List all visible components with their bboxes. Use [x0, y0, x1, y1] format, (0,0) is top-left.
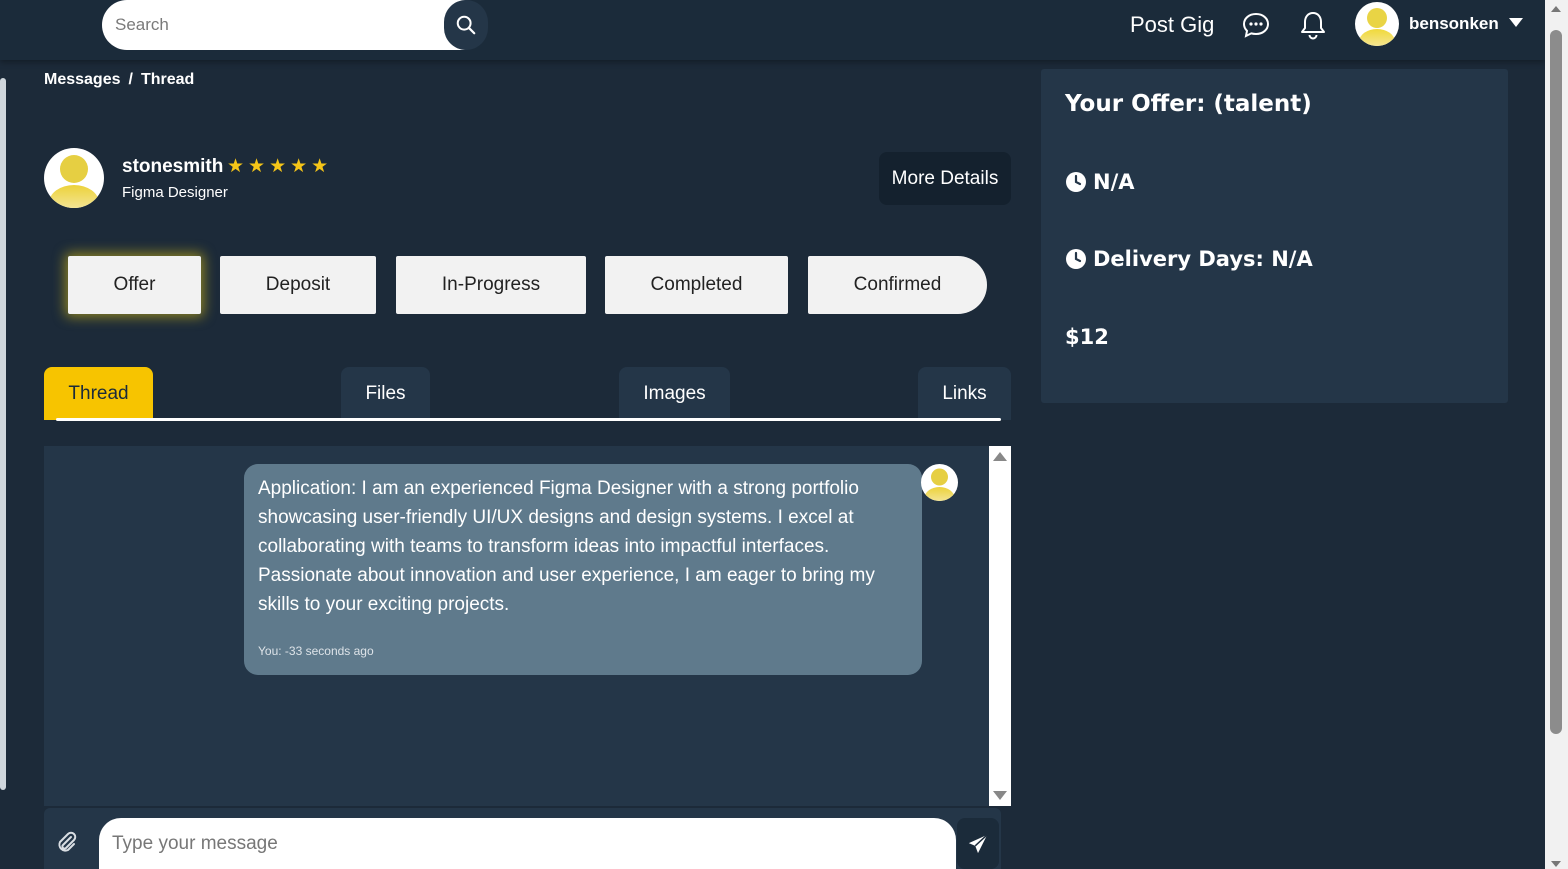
breadcrumb-messages[interactable]: Messages	[44, 71, 121, 88]
clock-icon	[1066, 172, 1086, 192]
top-navbar: Post Gig bensonken	[0, 0, 1545, 60]
step-in-progress[interactable]: In-Progress	[396, 256, 586, 314]
star-rating: ★★★★★	[227, 156, 333, 177]
thread-scrollbar[interactable]	[989, 446, 1011, 806]
bell-icon	[1301, 12, 1325, 40]
messages-button[interactable]	[1241, 10, 1271, 40]
message-input[interactable]	[99, 818, 956, 869]
chevron-down-icon[interactable]	[1509, 18, 1523, 27]
sidebar-edge	[0, 78, 6, 790]
send-button[interactable]	[957, 818, 999, 869]
post-gig-link[interactable]: Post Gig	[1130, 12, 1214, 38]
notifications-button[interactable]	[1298, 10, 1328, 40]
chat-bubble-icon	[1242, 12, 1270, 38]
attach-button[interactable]	[54, 830, 78, 854]
step-completed[interactable]: Completed	[605, 256, 788, 314]
avatar-icon	[924, 468, 955, 501]
step-deposit[interactable]: Deposit	[220, 256, 376, 314]
scroll-down-icon[interactable]	[1551, 861, 1561, 867]
breadcrumb: Messages / Thread	[44, 71, 194, 89]
message-timestamp: You: -33 seconds ago	[258, 644, 374, 658]
paperclip-icon	[58, 831, 77, 852]
tab-underline	[56, 418, 1001, 421]
scroll-up-icon[interactable]	[993, 452, 1007, 461]
scroll-up-icon[interactable]	[1551, 6, 1561, 12]
offer-delivery: Delivery Days: N/A	[1093, 247, 1313, 271]
username-label[interactable]: bensonken	[1409, 14, 1499, 34]
search-input[interactable]	[102, 0, 442, 50]
offer-price: $12	[1065, 325, 1109, 349]
step-offer[interactable]: Offer	[68, 256, 201, 314]
scrollbar-thumb[interactable]	[1550, 30, 1562, 734]
tab-thread[interactable]: Thread	[44, 367, 153, 420]
more-details-button[interactable]: More Details	[879, 152, 1011, 205]
message-bubble: Application: I am an experienced Figma D…	[244, 464, 922, 675]
breadcrumb-thread[interactable]: Thread	[141, 71, 194, 88]
search-icon	[456, 15, 476, 35]
offer-card: Your Offer: (talent) N/A Delivery Days: …	[1041, 69, 1508, 403]
offer-delivery-row: Delivery Days: N/A	[1065, 247, 1313, 271]
breadcrumb-separator: /	[128, 71, 133, 88]
page-scrollbar[interactable]	[1545, 0, 1568, 869]
step-confirmed[interactable]: Confirmed	[808, 256, 987, 314]
scroll-down-icon[interactable]	[993, 791, 1007, 800]
message-avatar	[921, 464, 958, 501]
search-button[interactable]	[444, 0, 488, 50]
avatar-icon	[1359, 8, 1395, 46]
offer-time: N/A	[1093, 170, 1135, 194]
clock-icon	[1066, 249, 1086, 269]
profile-role: Figma Designer	[122, 184, 228, 201]
message-text: Application: I am an experienced Figma D…	[258, 478, 875, 615]
tab-images[interactable]: Images	[619, 367, 730, 420]
profile-name: stonesmith	[122, 156, 224, 177]
search-box	[102, 0, 488, 50]
tab-links[interactable]: Links	[918, 367, 1011, 420]
avatar-icon	[49, 155, 99, 208]
offer-time-row: N/A	[1065, 170, 1135, 194]
send-icon	[968, 833, 988, 853]
profile-avatar[interactable]	[44, 148, 104, 208]
offer-title: Your Offer: (talent)	[1065, 91, 1312, 117]
tab-files[interactable]: Files	[341, 367, 430, 420]
user-avatar[interactable]	[1355, 2, 1399, 46]
